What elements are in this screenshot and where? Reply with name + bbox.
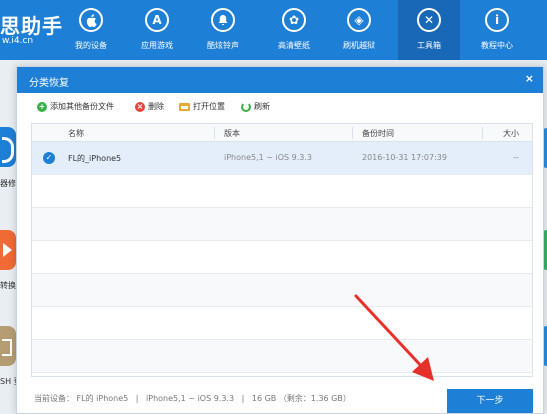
empty-row <box>32 208 532 241</box>
separator: | <box>241 394 245 403</box>
tool-convert-label: 转换 <box>0 281 16 290</box>
row-version: iPhone5,1 ~ iOS 9.3.3 <box>224 153 313 162</box>
device-name: FL的 iPhone5 <box>76 394 129 403</box>
nav-label: 高清壁纸 <box>278 41 310 50</box>
tool-repair-label: 器修 <box>0 179 16 188</box>
close-icon[interactable]: × <box>525 72 534 85</box>
top-nav-bar: 思助手 w.i4.cn 我的设备 A 应用游戏 酷炫铃声 ✿ 高清壁纸 ◈ 刷机… <box>0 0 547 60</box>
column-name[interactable]: 名称 <box>68 128 84 139</box>
nav-wallpapers[interactable]: ✿ 高清壁纸 <box>263 0 325 60</box>
folder-icon <box>179 102 190 111</box>
column-divider[interactable] <box>482 127 483 139</box>
row-backup-time: 2016-10-31 17:07:39 <box>362 153 447 162</box>
delete-button[interactable]: × 删除 <box>135 101 164 115</box>
tools-icon: ✕ <box>417 8 441 32</box>
column-divider[interactable] <box>214 127 215 139</box>
empty-row <box>32 241 532 274</box>
empty-row <box>32 340 532 373</box>
row-size: -- <box>513 153 519 162</box>
tool-repair-icon[interactable] <box>0 127 16 167</box>
table-row[interactable]: ✓ FL的_iPhone5 iPhone5,1 ~ iOS 9.3.3 2016… <box>32 142 532 175</box>
device-model: iPhone5,1 ~ iOS 9.3.3 <box>146 394 235 403</box>
delete-icon: × <box>135 101 145 112</box>
nav-label: 工具箱 <box>417 41 441 50</box>
flower-icon: ✿ <box>282 8 306 32</box>
dialog-toolbar: + 添加其他备份文件 × 删除 打开位置 刷新 <box>17 93 543 121</box>
nav-label: 应用游戏 <box>141 41 173 50</box>
refresh-icon <box>241 101 251 112</box>
refresh-button[interactable]: 刷新 <box>241 101 270 115</box>
logo-url: w.i4.cn <box>2 36 34 46</box>
table-header: 名称 版本 备份时间 大小 <box>32 124 532 142</box>
column-divider[interactable] <box>352 127 353 139</box>
nav-my-device[interactable]: 我的设备 <box>60 0 122 60</box>
nav-ringtones[interactable]: 酷炫铃声 <box>192 0 254 60</box>
box-icon: ◈ <box>347 8 371 32</box>
nav-label: 我的设备 <box>75 41 107 50</box>
separator: | <box>135 394 139 403</box>
column-backup-time[interactable]: 备份时间 <box>362 128 394 139</box>
bell-icon <box>211 8 235 32</box>
nav-tutorials[interactable]: i 教程中心 <box>466 0 528 60</box>
empty-row <box>32 307 532 340</box>
nav-apps-games[interactable]: A 应用游戏 <box>126 0 188 60</box>
appstore-icon: A <box>145 8 169 32</box>
empty-row <box>32 274 532 307</box>
info-icon: i <box>485 8 509 32</box>
apple-icon <box>79 8 103 32</box>
dialog-title-bar: 分类恢复 × <box>17 67 543 93</box>
next-step-button[interactable]: 下一步 <box>447 389 533 413</box>
device-info-bar: 当前设备： FL的 iPhone5 | iPhone5,1 ~ iOS 9.3.… <box>34 393 351 404</box>
add-backup-button[interactable]: + 添加其他备份文件 <box>37 101 114 115</box>
device-label: 当前设备： <box>34 394 74 403</box>
empty-row <box>32 175 532 208</box>
nav-label: 教程中心 <box>481 41 513 50</box>
tool-convert-icon[interactable] <box>0 230 16 270</box>
device-capacity: 16 GB （剩余：1.36 GB） <box>251 394 351 403</box>
category-restore-dialog: 分类恢复 × + 添加其他备份文件 × 删除 打开位置 刷新 名称 版本 备份时间 … <box>16 66 544 414</box>
nav-flash-jailbreak[interactable]: ◈ 刷机越狱 <box>328 0 390 60</box>
backup-table: 名称 版本 备份时间 大小 ✓ FL的_iPhone5 iPhone5,1 ~ … <box>31 123 533 377</box>
nav-label: 刷机越狱 <box>343 41 375 50</box>
nav-toolbox[interactable]: ✕ 工具箱 <box>398 0 460 60</box>
column-version[interactable]: 版本 <box>224 128 240 139</box>
nav-label: 酷炫铃声 <box>207 41 239 50</box>
open-location-button[interactable]: 打开位置 <box>179 101 225 115</box>
column-size[interactable]: 大小 <box>503 128 519 139</box>
plus-icon: + <box>37 101 47 112</box>
logo-text: 思助手 <box>0 14 63 38</box>
row-name: FL的_iPhone5 <box>68 154 122 163</box>
dialog-title: 分类恢复 <box>29 78 69 89</box>
tool-ssh-icon[interactable] <box>0 326 16 366</box>
checkmark-icon[interactable]: ✓ <box>43 152 55 164</box>
